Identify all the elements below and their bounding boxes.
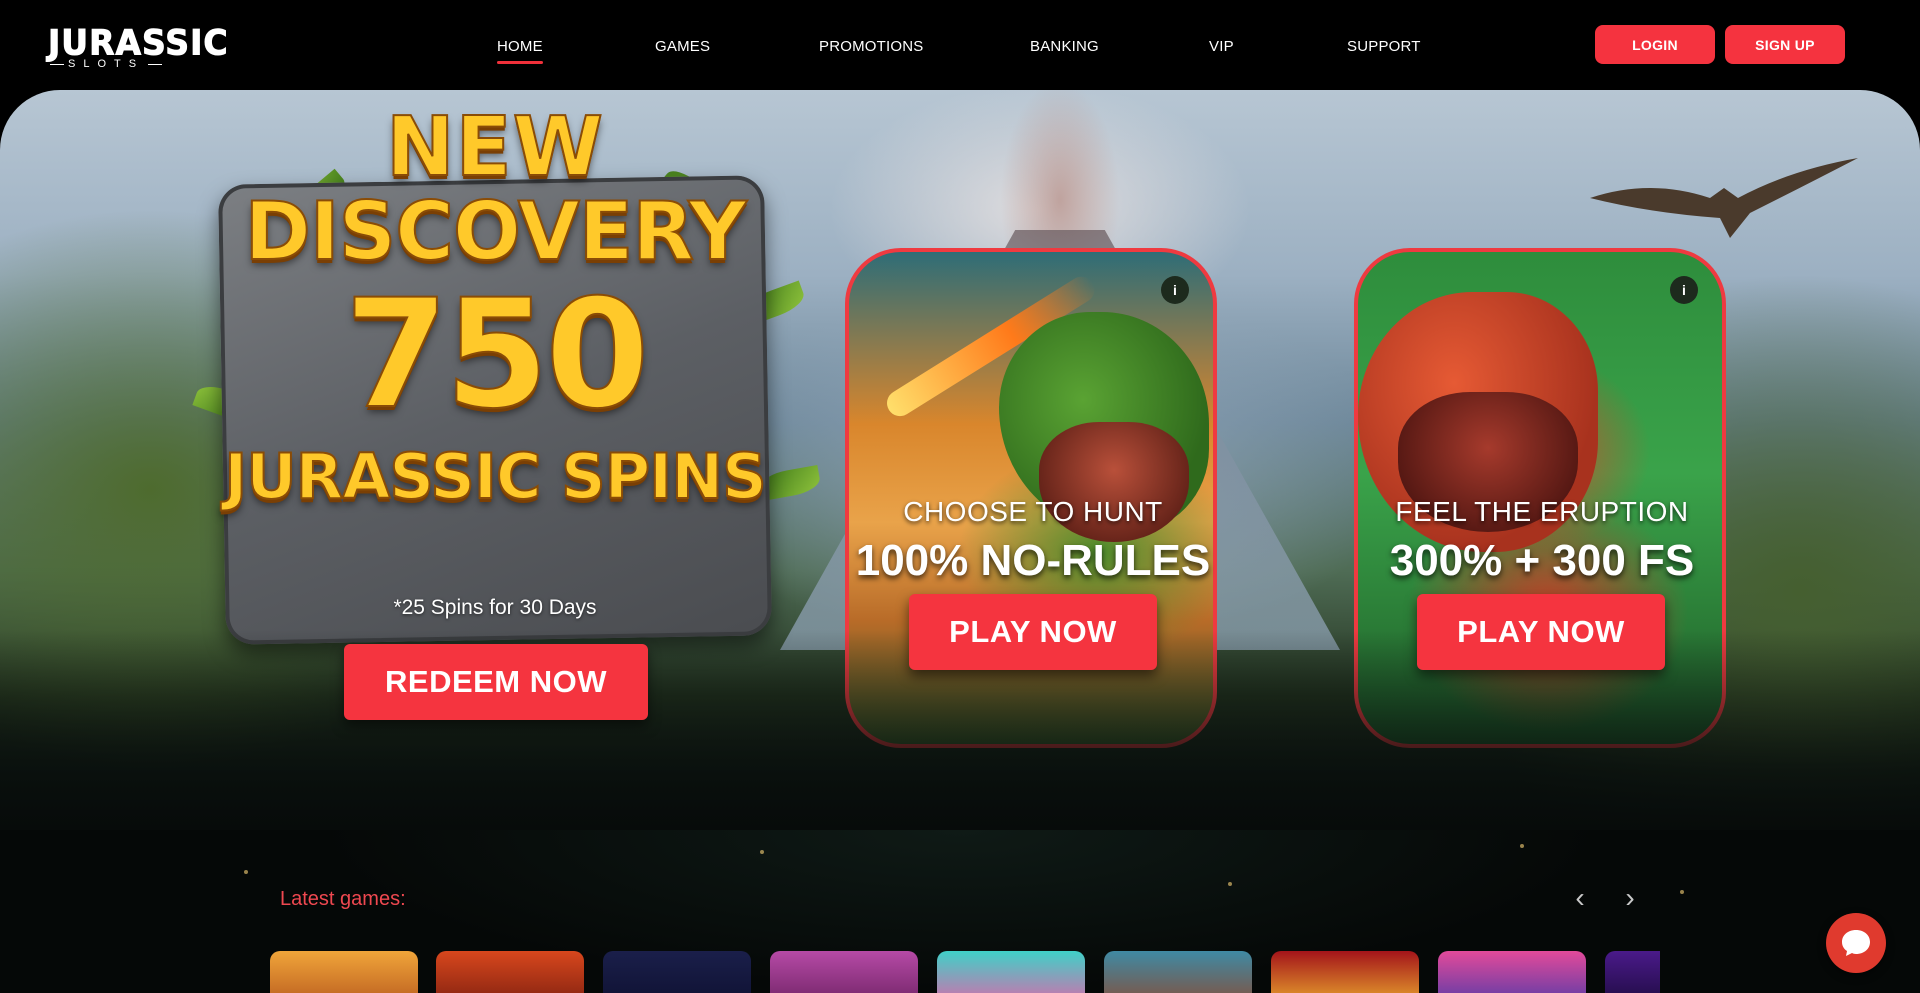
play-now-button-hunt[interactable]: PLAY NOW — [909, 594, 1157, 670]
nav-home[interactable]: HOME — [497, 38, 543, 64]
info-icon[interactable]: i — [1670, 276, 1698, 304]
info-icon[interactable]: i — [1161, 276, 1189, 304]
sparkle-decoration — [760, 850, 764, 854]
game-thumbnail[interactable] — [937, 951, 1085, 993]
card-eruption-label: FEEL THE ERUPTION — [1395, 496, 1689, 527]
nav-vip[interactable]: VIP — [1209, 38, 1234, 55]
nav-promotions[interactable]: PROMOTIONS — [819, 38, 924, 55]
nav-games[interactable]: GAMES — [655, 38, 710, 55]
chevron-left-icon[interactable]: ‹ — [1567, 884, 1593, 912]
game-thumbnail[interactable] — [1271, 951, 1419, 993]
chevron-right-icon[interactable]: › — [1617, 884, 1643, 912]
sparkle-decoration — [244, 870, 248, 874]
chat-bubble-icon — [1842, 930, 1870, 956]
logo-line-right — [148, 63, 163, 65]
game-thumbnail[interactable] — [1605, 951, 1660, 993]
nav-support[interactable]: SUPPORT — [1347, 38, 1421, 55]
sparkle-decoration — [1228, 882, 1232, 886]
pterodactyl-icon — [1590, 158, 1858, 238]
game-thumbnail[interactable] — [1104, 951, 1252, 993]
game-thumbnails-row — [270, 951, 1660, 993]
login-button[interactable]: LOGIN — [1595, 25, 1715, 64]
game-thumbnail[interactable] — [270, 951, 418, 993]
redeem-now-button[interactable]: REDEEM NOW — [344, 644, 648, 720]
game-thumbnail[interactable] — [770, 951, 918, 993]
promo-line-discovery: DISCOVERY — [243, 184, 747, 279]
chat-button[interactable] — [1826, 913, 1886, 973]
logo-line-left — [50, 63, 64, 65]
signup-button[interactable]: SIGN UP — [1725, 25, 1845, 64]
latest-games-title: Latest games: — [280, 888, 406, 910]
promo-line-new: NEW — [385, 99, 605, 196]
card-hunt-headline: 100% NO-RULES — [855, 536, 1211, 585]
play-now-button-eruption[interactable]: PLAY NOW — [1417, 594, 1665, 670]
game-thumbnail[interactable] — [603, 951, 751, 993]
sparkle-decoration — [1520, 844, 1524, 848]
game-thumbnail[interactable] — [1438, 951, 1586, 993]
promo-line-spins: JURASSIC SPINS — [223, 439, 768, 514]
nav-banking[interactable]: BANKING — [1030, 38, 1099, 55]
sparkle-decoration — [1680, 890, 1684, 894]
top-nav: JURASSIC SLOTS HOME GAMES PROMOTIONS BAN… — [0, 0, 1920, 90]
spins-note: *25 Spins for 30 Days — [393, 596, 597, 619]
game-thumbnail[interactable] — [436, 951, 584, 993]
card-hunt-label: CHOOSE TO HUNT — [903, 496, 1163, 527]
promo-amount: 750 — [343, 268, 650, 442]
card-eruption-headline: 300% + 300 FS — [1389, 536, 1695, 585]
